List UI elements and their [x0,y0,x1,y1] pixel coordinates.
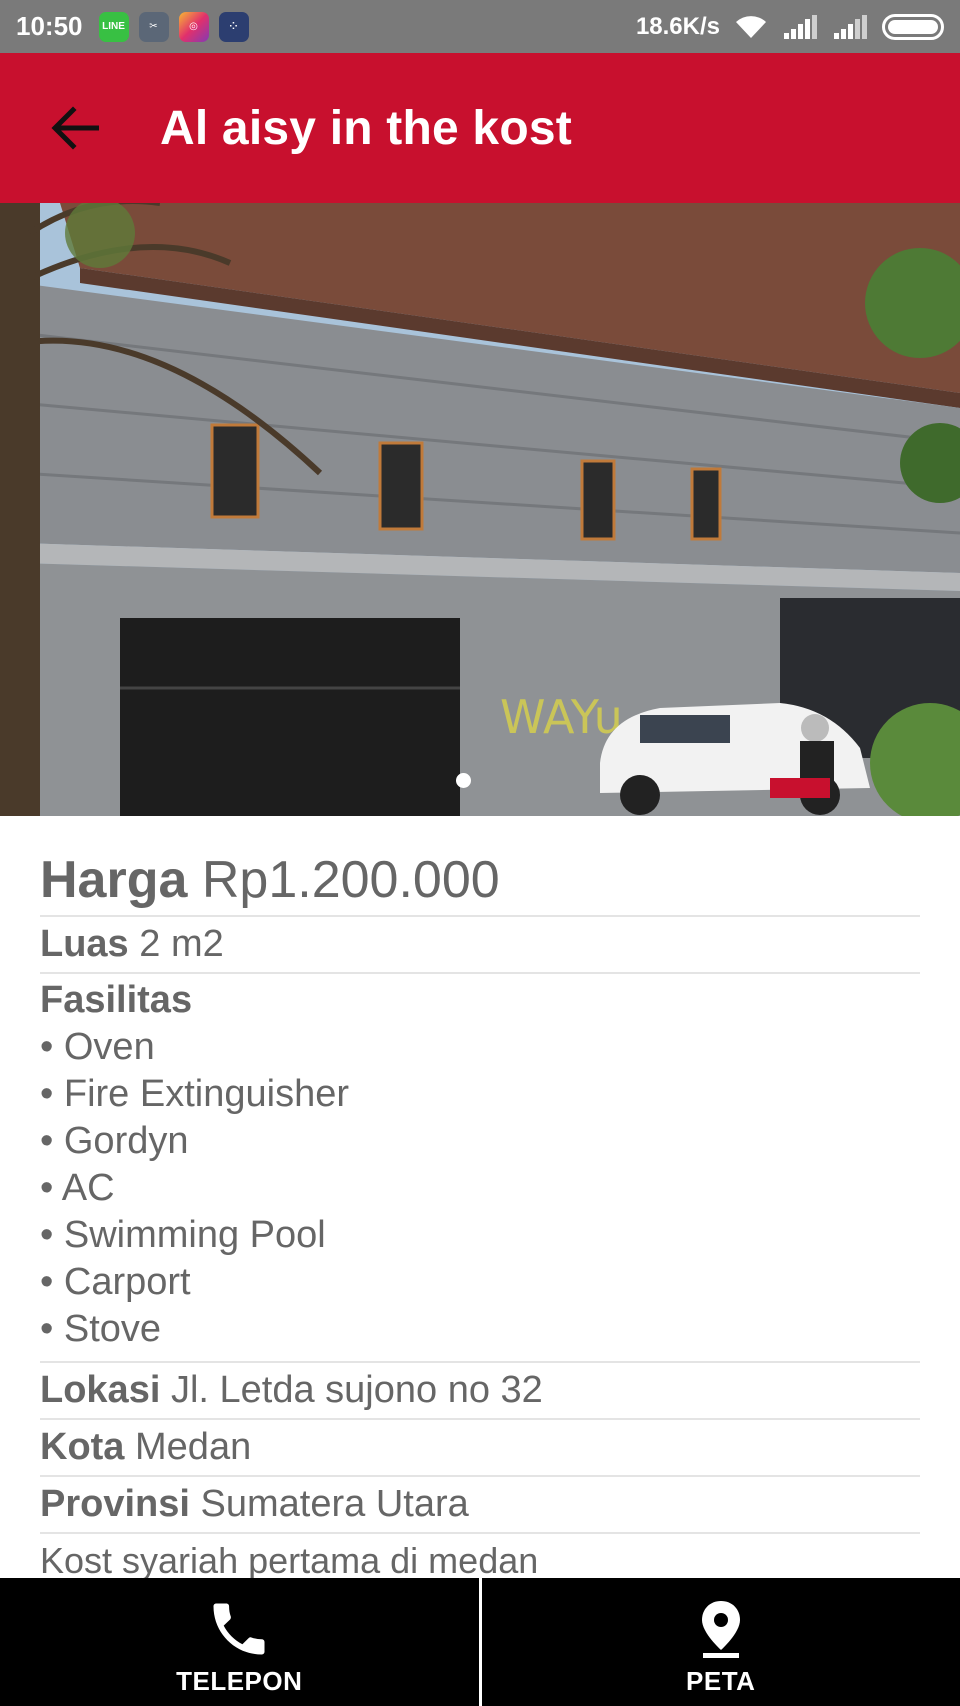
signal-icon [784,14,817,39]
location-row: Lokasi Jl. Letda sujono no 32 [40,1363,920,1420]
facility-name: Oven [63,1026,155,1068]
bottom-action-bar: TELEPON PETA [0,1578,960,1706]
wifi-icon [736,15,766,38]
facility-item: • Oven [40,1026,155,1068]
back-button[interactable] [35,88,115,168]
call-label: TELEPON [176,1666,303,1696]
facility-name: Carport [63,1261,191,1303]
instagram-icon: ◎ [178,11,209,42]
status-right: 18.6K/s [636,13,944,41]
province-row: Provinsi Sumatera Utara [40,1477,920,1534]
city-value: Medan [135,1426,252,1468]
price-value: Rp1.200.000 [201,851,500,909]
net-speed: 18.6K/s [635,12,720,40]
facility-item: • AC [40,1167,115,1209]
battery-icon [882,13,944,40]
facility-name: Fire Extinguisher [63,1073,349,1115]
facility-name: Gordyn [63,1120,189,1162]
svg-text:WAYu: WAYu [500,690,623,744]
area-row: Luas 2 m2 [40,917,920,974]
photo-gallery[interactable]: WAYu [0,203,960,816]
price-label: Harga [40,851,188,909]
phone-icon [205,1594,273,1664]
status-time: 10:50 [16,11,83,41]
map-pin-icon [699,1594,743,1664]
facility-item: • Stove [40,1308,162,1350]
facility-name: Swimming Pool [63,1214,326,1256]
location-value: Jl. Letda sujono no 32 [170,1369,543,1411]
facility-item: • Gordyn [40,1120,189,1162]
details-section: Harga Rp1.200.000 Luas 2 m2 Fasilitas • … [40,816,920,1588]
city-row: Kota Medan [40,1420,920,1477]
status-bar: 10:50 LINE ✂ ◎ ⁘ 18.6K/s [0,0,960,53]
property-photo: WAYu [0,203,960,816]
cut-icon: ✂ [138,11,169,42]
signal-icon-2 [834,14,867,39]
notification-icons: LINE ✂ ◎ ⁘ [98,11,249,42]
bbm-icon: ⁘ [218,11,249,42]
location-label: Lokasi [40,1369,161,1411]
area-label: Luas [40,923,129,965]
facility-name: Stove [63,1308,162,1350]
city-label: Kota [40,1426,125,1468]
price-row: Harga Rp1.200.000 [40,816,920,917]
facility-name: AC [61,1167,115,1209]
map-button[interactable]: PETA [478,1578,960,1706]
province-value: Sumatera Utara [200,1483,469,1525]
province-label: Provinsi [40,1483,190,1525]
facilities-row: Fasilitas • Oven • Fire Extinguisher • G… [40,974,920,1363]
facility-item: • Swimming Pool [40,1214,326,1256]
map-label: PETA [686,1666,756,1696]
call-button[interactable]: TELEPON [0,1578,479,1706]
area-value: 2 m2 [139,923,224,965]
facility-item: • Carport [40,1261,191,1303]
pager-dot [456,773,471,788]
description-text: Kost syariah pertama di medan [40,1540,539,1581]
facility-item: • Fire Extinguisher [40,1073,349,1115]
arrow-left-icon [51,106,99,150]
page-title: Al aisy in the kost [160,101,572,155]
facilities-label: Fasilitas [40,979,193,1021]
line-icon: LINE [98,11,129,42]
app-bar: Al aisy in the kost [0,53,960,203]
